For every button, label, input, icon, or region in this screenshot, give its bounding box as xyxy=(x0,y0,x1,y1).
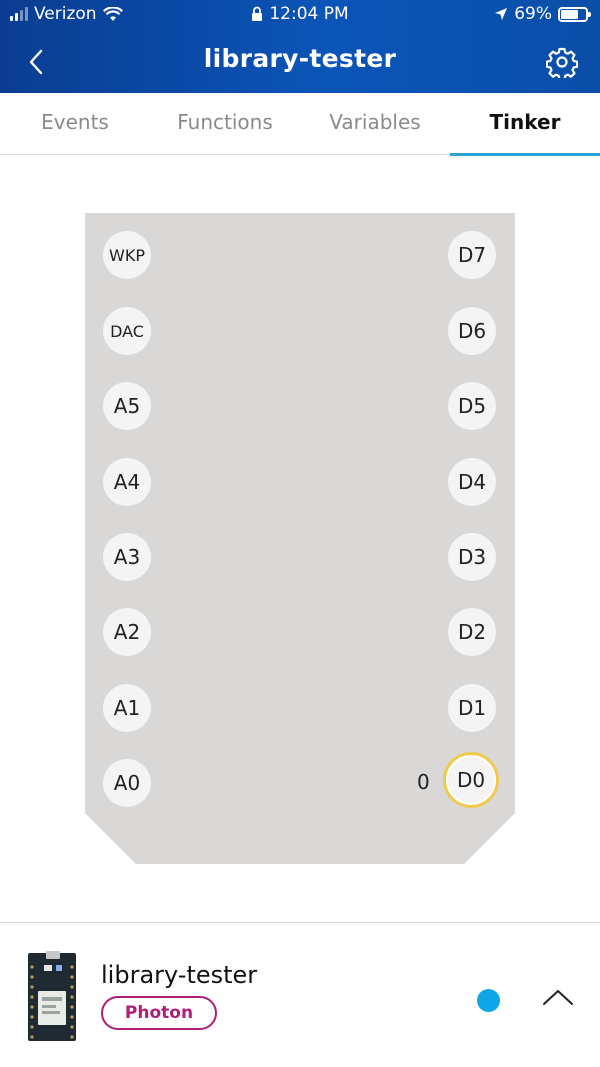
pin-a2[interactable]: A2 xyxy=(103,608,151,656)
device-name: library-tester xyxy=(101,961,258,989)
pin-d6[interactable]: D6 xyxy=(448,307,496,355)
settings-button[interactable] xyxy=(542,42,582,82)
pin-d1[interactable]: D1 xyxy=(448,684,496,732)
online-status-icon xyxy=(477,989,500,1012)
device-bar[interactable]: library-tester Photon xyxy=(0,922,600,1067)
nav-bar: library-tester xyxy=(0,30,600,93)
photon-board-icon xyxy=(28,951,76,1041)
pin-d5[interactable]: D5 xyxy=(448,382,496,430)
clock-label: 12:04 PM xyxy=(269,4,349,24)
pin-a5[interactable]: A5 xyxy=(103,382,151,430)
tab-tinker[interactable]: Tinker xyxy=(450,93,600,156)
page-title: library-tester xyxy=(203,44,397,73)
pin-d2[interactable]: D2 xyxy=(448,608,496,656)
lock-icon xyxy=(252,6,263,21)
battery-icon xyxy=(558,6,591,22)
location-icon xyxy=(495,8,508,20)
tab-events[interactable]: Events xyxy=(0,93,150,154)
pin-d3[interactable]: D3 xyxy=(448,533,496,581)
device-type-badge: Photon xyxy=(101,996,217,1030)
pin-a1[interactable]: A1 xyxy=(103,684,151,732)
battery-percent: 69% xyxy=(514,4,552,24)
pin-a3[interactable]: A3 xyxy=(103,533,151,581)
pin-d4[interactable]: D4 xyxy=(448,458,496,506)
pin-a4[interactable]: A4 xyxy=(103,458,151,506)
expand-button[interactable] xyxy=(540,983,576,1011)
pin-wkp[interactable]: WKP xyxy=(103,231,151,279)
pin-d0[interactable]: D0 xyxy=(443,752,499,808)
tab-variables[interactable]: Variables xyxy=(300,93,450,154)
pin-dac[interactable]: DAC xyxy=(103,307,151,355)
tab-functions[interactable]: Functions xyxy=(150,93,300,154)
chevron-up-icon xyxy=(543,990,573,1005)
tab-bar: Events Functions Variables Tinker xyxy=(0,93,600,156)
app-header: Verizon 12:04 PM 69% library-tester xyxy=(0,0,600,93)
status-right: 69% xyxy=(494,4,591,24)
tinker-board: WKP DAC A5 A4 A3 A2 A1 A0 D7 D6 D5 D4 D3… xyxy=(85,213,515,864)
pin-d7[interactable]: D7 xyxy=(448,231,496,279)
gear-icon xyxy=(546,47,578,78)
pin-a0[interactable]: A0 xyxy=(103,759,151,807)
pin-d0-value: 0 xyxy=(417,770,430,794)
status-bar: Verizon 12:04 PM 69% xyxy=(0,0,600,30)
